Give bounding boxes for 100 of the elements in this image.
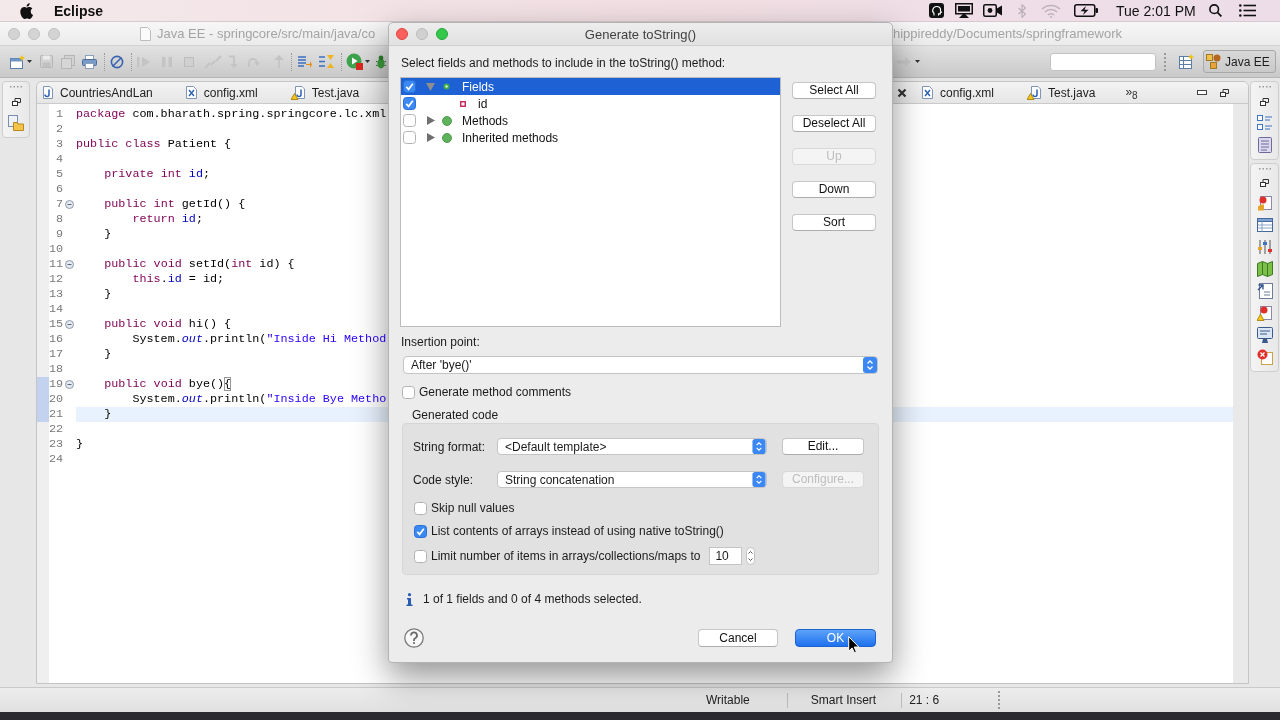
document-icon[interactable] bbox=[1257, 137, 1272, 153]
more-tabs-button[interactable]: »$_{8}$ bbox=[1125, 84, 1138, 101]
editor-tab[interactable]: config.xml bbox=[916, 82, 1022, 103]
caret-icon[interactable] bbox=[915, 60, 920, 63]
window-title: Java EE - springcore/src/main/java/co bbox=[157, 26, 376, 41]
zoom-button[interactable] bbox=[436, 28, 448, 40]
code-line: } bbox=[103, 227, 112, 241]
list-action-button[interactable]: Select All bbox=[792, 82, 876, 99]
circle-icon bbox=[441, 132, 452, 143]
printer-icon[interactable] bbox=[82, 54, 97, 69]
help-icon[interactable] bbox=[404, 628, 424, 648]
search-icon[interactable] bbox=[1208, 4, 1222, 17]
restore-icon[interactable] bbox=[1260, 179, 1269, 187]
dialog-title: Generate toString() bbox=[584, 26, 697, 42]
checkbox[interactable] bbox=[414, 524, 427, 538]
insert-mode-label: Smart Insert bbox=[810, 693, 877, 707]
list-action-button[interactable]: Deselect All bbox=[792, 115, 876, 132]
tree-item[interactable]: Fields bbox=[401, 78, 780, 95]
restore-icon[interactable] bbox=[1260, 98, 1269, 106]
checkbox[interactable] bbox=[403, 80, 416, 93]
line-number: 1 bbox=[55, 107, 63, 122]
code-line: } bbox=[103, 407, 112, 421]
editor-tab[interactable]: config.xml bbox=[179, 82, 285, 103]
clock[interactable]: Tue 2:01 PM bbox=[1116, 0, 1196, 21]
app-menu[interactable]: Eclipse bbox=[54, 0, 104, 21]
table-icon[interactable] bbox=[1256, 217, 1273, 233]
close-icon[interactable] bbox=[897, 87, 907, 98]
video-camera-icon[interactable] bbox=[983, 4, 1003, 17]
checkbox[interactable] bbox=[402, 385, 415, 399]
line-number: 6 bbox=[55, 182, 63, 197]
battery-icon[interactable] bbox=[1074, 4, 1099, 17]
tree-item[interactable]: id bbox=[401, 95, 780, 112]
line-number: 9 bbox=[55, 227, 63, 242]
map-icon[interactable] bbox=[1256, 261, 1273, 277]
caret-icon[interactable] bbox=[365, 60, 370, 63]
line-number: 21 bbox=[48, 407, 63, 422]
xml-file-icon bbox=[185, 86, 197, 99]
checkbox-label: Skip null values bbox=[431, 501, 515, 515]
java-file-icon bbox=[43, 86, 53, 99]
checkbox[interactable] bbox=[414, 549, 427, 563]
editor-tab[interactable]: Test.java bbox=[284, 82, 387, 103]
minimize-icon[interactable] bbox=[1197, 90, 1207, 95]
field-label: Code style: bbox=[413, 472, 475, 487]
dropdown[interactable]: String concatenation bbox=[497, 471, 767, 488]
line-number: 23 bbox=[48, 437, 63, 452]
folders-icon[interactable] bbox=[8, 115, 24, 131]
list-arrow-icon[interactable] bbox=[297, 54, 312, 69]
edit-button[interactable]: Edit... bbox=[782, 438, 864, 455]
tree-item[interactable]: Methods bbox=[401, 112, 780, 129]
restore-icon[interactable] bbox=[11, 98, 21, 106]
app-badge-icon[interactable] bbox=[929, 3, 945, 18]
apple-icon[interactable] bbox=[20, 2, 33, 19]
sliders-icon[interactable] bbox=[1256, 239, 1273, 255]
search-field[interactable] bbox=[1050, 52, 1156, 71]
dialog-button[interactable]: Cancel bbox=[698, 629, 778, 647]
code-line: package com.bharath.spring.springcore.lc.xml bbox=[76, 107, 387, 121]
disclosure-triangle-icon[interactable] bbox=[426, 116, 435, 125]
close-button[interactable] bbox=[396, 28, 408, 40]
disclosure-triangle-icon[interactable] bbox=[426, 133, 435, 142]
fold-icon[interactable] bbox=[65, 380, 74, 389]
lines-triangles-icon[interactable] bbox=[318, 54, 335, 69]
checkbox[interactable] bbox=[403, 114, 416, 127]
grid-star-icon[interactable] bbox=[1179, 54, 1194, 69]
perspective-button[interactable]: Java EE bbox=[1203, 50, 1276, 73]
dropdown[interactable]: <Default template> bbox=[497, 438, 767, 455]
document-warning-icon[interactable] bbox=[1256, 305, 1273, 321]
line-number: 12 bbox=[48, 272, 63, 287]
monitor-icon[interactable] bbox=[1256, 327, 1273, 343]
error-document-icon[interactable] bbox=[1256, 349, 1273, 365]
fold-icon[interactable] bbox=[65, 260, 74, 269]
editor-tab[interactable]: Test.java bbox=[1021, 82, 1123, 103]
new-window-icon[interactable] bbox=[10, 54, 25, 69]
line-number: 13 bbox=[48, 287, 63, 302]
number-field[interactable]: 10 bbox=[709, 547, 743, 565]
list-icon[interactable] bbox=[1238, 4, 1256, 17]
display-icon[interactable] bbox=[955, 3, 974, 18]
dropdown[interactable]: After 'bye()' bbox=[403, 356, 878, 374]
stepper-icon bbox=[863, 357, 877, 373]
tree-list-icon[interactable] bbox=[1256, 115, 1273, 131]
editor-tab[interactable]: CountriesAndLan bbox=[37, 82, 180, 103]
field-label: Insertion point: bbox=[400, 335, 480, 349]
code-line: public void hi() { bbox=[103, 317, 232, 331]
list-action-button[interactable]: Down bbox=[792, 181, 876, 198]
stepper-icon[interactable] bbox=[746, 547, 756, 565]
fold-icon[interactable] bbox=[65, 200, 74, 209]
checkbox[interactable] bbox=[403, 97, 416, 110]
list-action-button[interactable]: Sort bbox=[792, 214, 876, 231]
tree-item[interactable]: Inherited methods bbox=[401, 129, 780, 146]
restore-icon[interactable] bbox=[1220, 88, 1229, 97]
checkbox-label: Generate method comments bbox=[419, 385, 572, 399]
checkbox-label: Limit number of items in arrays/collections/maps to bbox=[431, 549, 701, 563]
edit-mode-label: Writable bbox=[706, 693, 750, 707]
crossed-circle-icon[interactable] bbox=[110, 54, 124, 69]
checkbox[interactable] bbox=[403, 131, 416, 144]
play-circle-icon[interactable] bbox=[346, 53, 363, 70]
code-line: } bbox=[76, 437, 84, 451]
bug-icon[interactable] bbox=[376, 54, 386, 69]
checkbox[interactable] bbox=[414, 501, 427, 515]
fold-icon[interactable] bbox=[65, 320, 74, 329]
caret-icon[interactable] bbox=[27, 60, 32, 63]
